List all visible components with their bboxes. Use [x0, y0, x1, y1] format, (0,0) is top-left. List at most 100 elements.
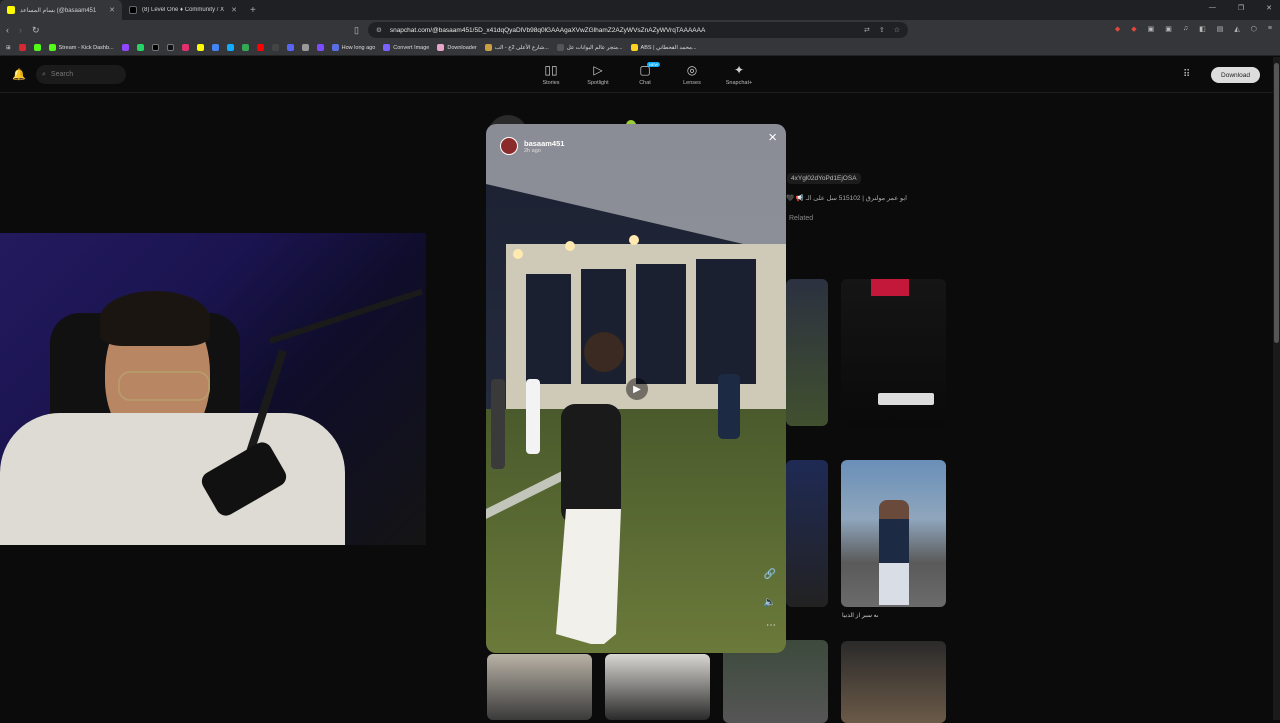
bookmark-downloader[interactable]: Downloader: [437, 44, 477, 51]
site-info-icon[interactable]: ⚙: [376, 26, 382, 34]
bookmark-item[interactable]: [166, 44, 174, 51]
new-tab-icon[interactable]: +: [250, 5, 256, 16]
restore-icon[interactable]: ❐: [1238, 4, 1244, 12]
streamer-hair: [100, 291, 210, 346]
story-thumbnail[interactable]: [841, 641, 946, 723]
thumbnail-caption: ىه سبر از الدنيا: [842, 613, 879, 619]
play-button[interactable]: ▶: [626, 378, 648, 400]
story-timestamp: 2h ago: [524, 147, 541, 154]
bookmark-item[interactable]: [271, 44, 279, 51]
story-thumbnail[interactable]: [786, 460, 828, 607]
media-icon[interactable]: ♫: [1183, 25, 1188, 33]
window-close-icon[interactable]: ✕: [1266, 4, 1272, 12]
snapchat-ghost-logo-icon[interactable]: 🔔: [12, 68, 26, 81]
bookmark-item[interactable]: [121, 44, 129, 51]
bookmark-item[interactable]: [256, 44, 264, 51]
url-text: snapchat.com/@basaam451/5D_x41dqQyaDlVb9…: [389, 26, 706, 34]
search-input[interactable]: ⌕ Search: [36, 65, 126, 84]
play-icon: ▶: [633, 383, 641, 395]
bookmark-item[interactable]: [151, 44, 159, 51]
bookmark-item[interactable]: [181, 44, 189, 51]
bookmark-item[interactable]: متجر عالم البوانات عل...: [556, 44, 623, 51]
bookmark-item[interactable]: [33, 44, 41, 51]
tab-label: بسام المساعد (@basaam451: [20, 7, 97, 14]
bookmark-item[interactable]: [241, 44, 249, 51]
bookmark-item[interactable]: [196, 44, 204, 51]
x-favicon-icon: [129, 6, 137, 14]
extension-icon[interactable]: ⬡: [1251, 25, 1257, 33]
bookmark-item[interactable]: [316, 44, 324, 51]
extension-icon[interactable]: ▣: [1165, 25, 1172, 33]
tab-label: (8) Level One ♦ Community / X: [142, 7, 225, 13]
nav-label: Stories: [542, 80, 560, 86]
streamer-shirt: [0, 413, 345, 545]
bookmark-item[interactable]: شارع الأعلى 2ع - الب...: [484, 44, 549, 51]
nav-snapchat-plus[interactable]: ✦ Snapchat+: [724, 64, 754, 86]
thumbnail-overlay: [871, 279, 909, 296]
nav-lenses[interactable]: ◎ Lenses: [677, 64, 707, 86]
bookmark-item[interactable]: [301, 44, 309, 51]
sidebar-icon[interactable]: ◧: [1199, 25, 1206, 33]
share-icon[interactable]: ⇪: [879, 26, 885, 34]
bookmark-how-long-ago[interactable]: How long ago: [331, 44, 375, 51]
bookmark-item[interactable]: ABS | محمد القحطاني...: [630, 44, 697, 51]
bookmark-item[interactable]: [136, 44, 144, 51]
bookmark-item[interactable]: [286, 44, 294, 51]
nav-label: Spotlight: [587, 80, 609, 86]
story-thumbnail[interactable]: [841, 460, 946, 607]
more-options-icon[interactable]: ⋯: [766, 620, 776, 631]
spotlight-icon: ▷: [593, 63, 603, 77]
close-icon[interactable]: ×: [768, 129, 777, 146]
link-icon[interactable]: 🔗: [764, 569, 776, 580]
bookmark-kick-dashboard[interactable]: Stream - Kick Dashb...: [48, 44, 114, 51]
profile-handle: 4xYgl02dYoPd1EjOSA: [787, 173, 861, 184]
snapchat-plus-icon: ✦: [733, 63, 745, 77]
story-thumbnail[interactable]: [605, 654, 710, 720]
story-thumbnail[interactable]: [841, 279, 946, 426]
apps-grid-icon[interactable]: ⠿: [1183, 69, 1190, 80]
bookmark-item[interactable]: [226, 44, 234, 51]
tab-x-community[interactable]: (8) Level One ♦ Community / X ✕: [122, 0, 244, 20]
address-bar[interactable]: ⚙ snapchat.com/@basaam451/5D_x41dqQyaDlV…: [368, 22, 908, 38]
profile-bio: 🖤 📢 ابو عمر مولنرق | 515102 سل على الـ: [786, 195, 907, 202]
extension-icon[interactable]: ▤: [1217, 25, 1224, 33]
volume-icon[interactable]: 🔈: [764, 597, 776, 608]
story-thumbnail[interactable]: [786, 279, 828, 426]
apps-grid-icon[interactable]: ⊞: [6, 45, 11, 51]
download-button[interactable]: Download: [1211, 67, 1260, 83]
translate-icon[interactable]: ⇄: [864, 26, 870, 34]
bookmark-item[interactable]: [18, 44, 26, 51]
new-badge: NEW: [647, 62, 661, 67]
story-thumbnail[interactable]: [487, 654, 592, 720]
tab-snapchat-profile[interactable]: بسام المساعد (@basaam451 ✕: [0, 0, 122, 20]
scrollbar-thumb[interactable]: [1274, 63, 1279, 343]
extension-icon[interactable]: ▣: [1148, 25, 1155, 33]
nav-chat[interactable]: ▢ NEW Chat: [630, 62, 661, 86]
star-icon[interactable]: ☆: [894, 26, 900, 34]
nav-stories[interactable]: ▯▯ Stories: [536, 64, 566, 86]
tab-related[interactable]: Related: [789, 215, 813, 222]
window-controls: — ❐ ✕: [1209, 4, 1272, 12]
minimize-icon[interactable]: —: [1209, 4, 1216, 12]
extension-icon[interactable]: ◆: [1115, 25, 1120, 33]
browser-toolbar: ‹ › ↻ ▯ ⚙ snapchat.com/@basaam451/5D_x41…: [0, 20, 1280, 40]
nav-label: Chat: [639, 80, 651, 86]
story-header: basaam451 2h ago: [500, 137, 564, 155]
menu-icon[interactable]: ≡: [1268, 25, 1272, 33]
story-avatar[interactable]: [500, 137, 518, 155]
close-tab-icon[interactable]: ✕: [231, 6, 237, 14]
bookmark-item[interactable]: [211, 44, 219, 51]
close-tab-icon[interactable]: ✕: [109, 6, 115, 14]
story-viewer[interactable]: basaam451 2h ago × ▶ 🔗 🔈 ⋯: [486, 124, 786, 653]
page-scrollbar[interactable]: [1273, 57, 1280, 720]
back-icon[interactable]: ‹: [6, 25, 9, 35]
bookmark-icon[interactable]: ▯: [354, 25, 359, 36]
extension-icon[interactable]: ◭: [1234, 25, 1239, 33]
lenses-icon: ◎: [686, 63, 698, 77]
bookmark-convert-image[interactable]: Convert Image: [383, 44, 429, 51]
reload-icon[interactable]: ↻: [32, 25, 40, 36]
forward-icon[interactable]: ›: [19, 25, 22, 35]
extension-icon[interactable]: ◆: [1131, 25, 1136, 33]
nav-spotlight[interactable]: ▷ Spotlight: [583, 64, 613, 86]
story-username[interactable]: basaam451: [524, 139, 564, 148]
